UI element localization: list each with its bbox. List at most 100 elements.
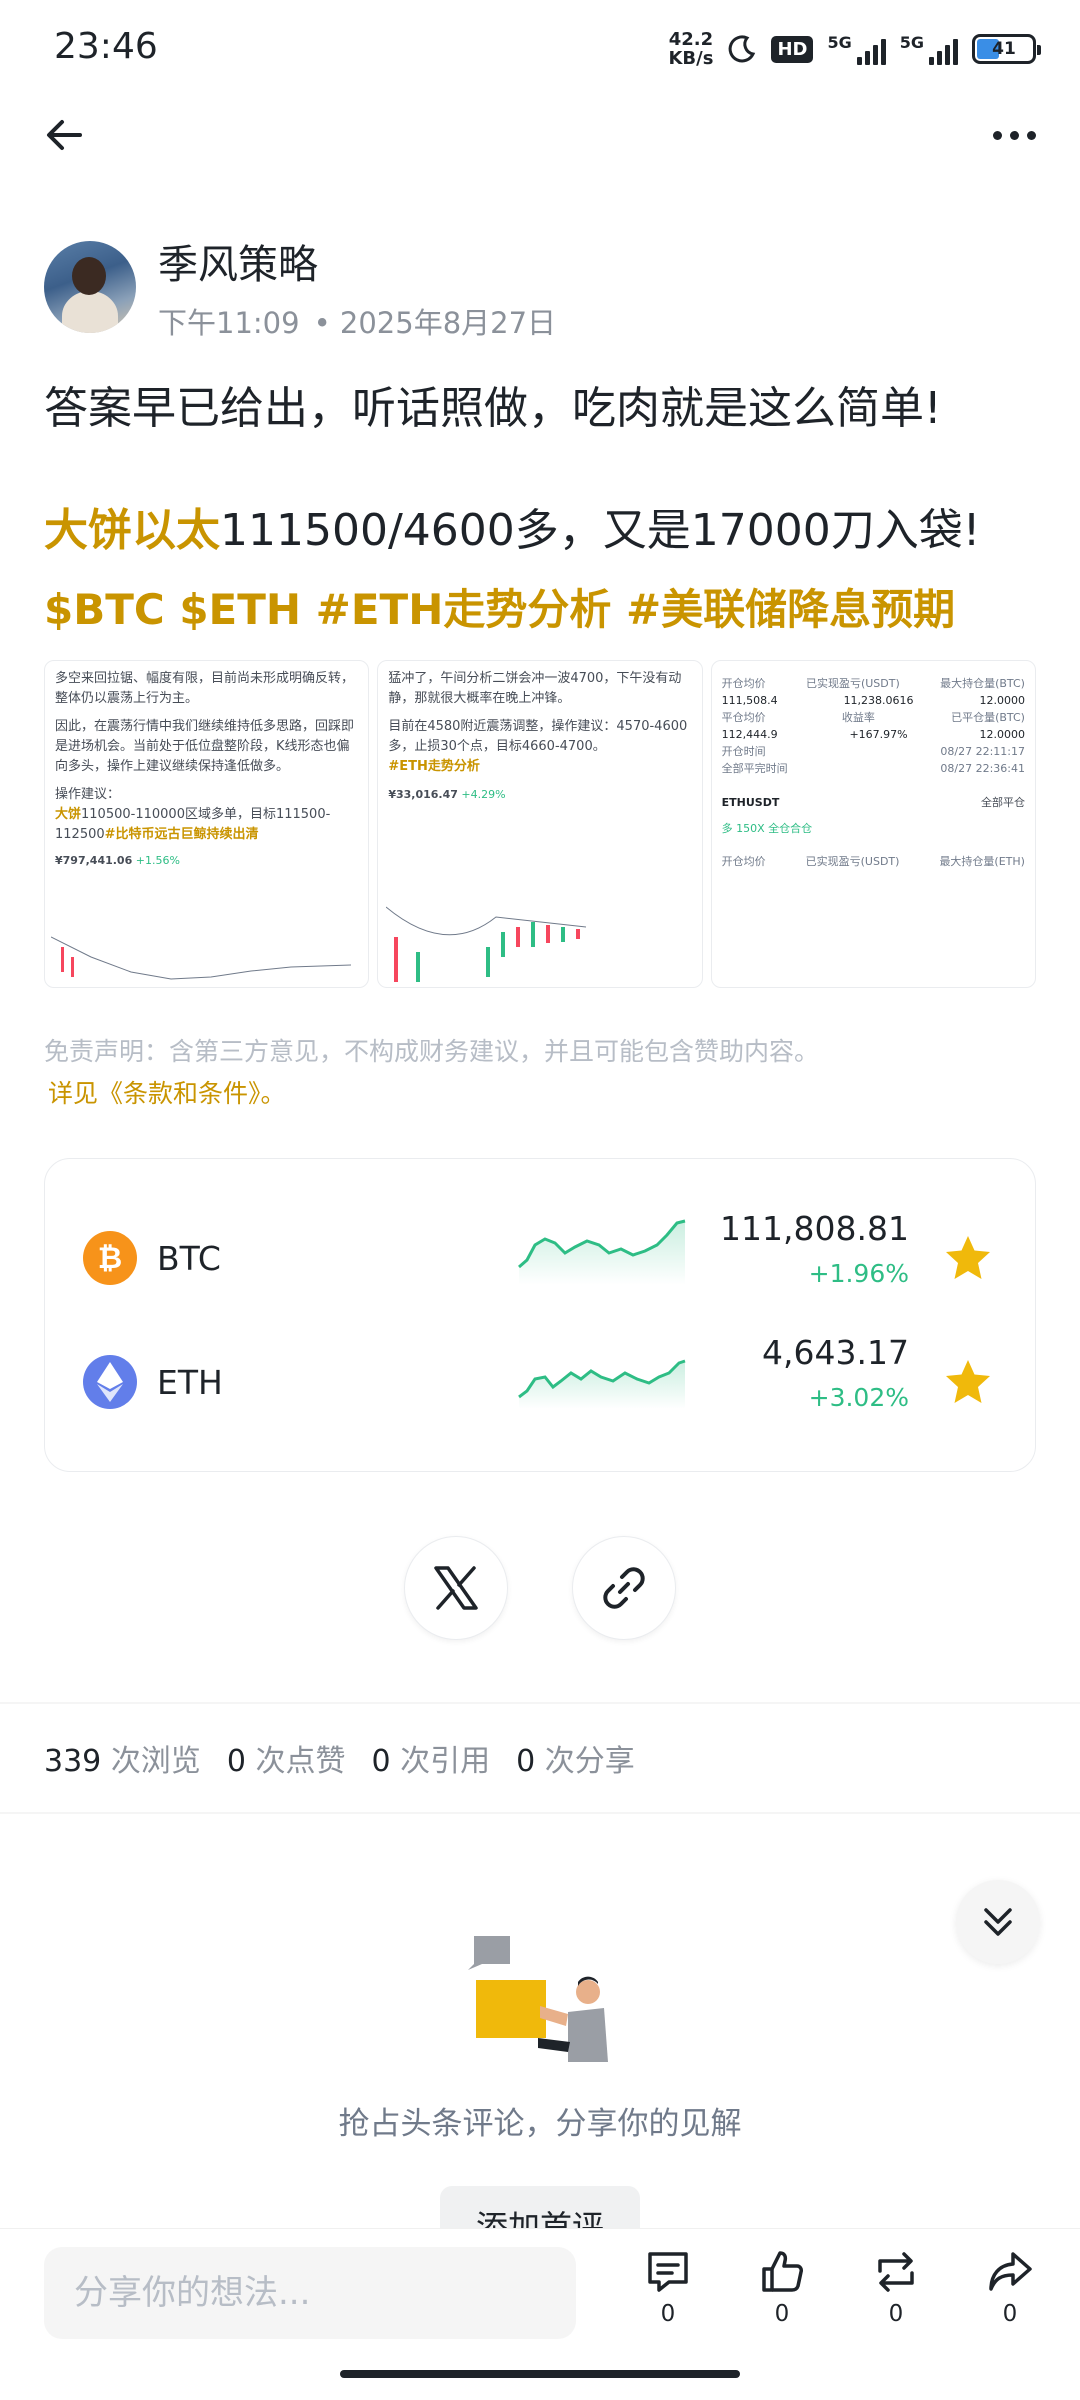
- shot1-price: ¥797,441.06: [55, 854, 133, 867]
- battery-icon: 41: [972, 34, 1041, 64]
- shot3-cell: 已实现盈亏(USDT): [805, 677, 900, 690]
- status-bar: 23:46 42.2 KB/s HD 5G 5G 41: [0, 0, 1080, 100]
- shot3-row: 开仓时间 08/27 22:11:17: [722, 743, 1025, 760]
- net-speed-unit: KB/s: [668, 48, 714, 69]
- empty-comments-text: 抢占头条评论，分享你的见解: [338, 2106, 742, 2142]
- post-tags[interactable]: $BTC $ETH #ETH走势分析 #美联储降息预期: [44, 576, 1044, 637]
- shot1-pct: +1.56%: [135, 854, 180, 867]
- shot3-cell: 11,238.0616: [843, 694, 914, 707]
- btc-sparkline: [518, 1219, 686, 1285]
- status-icons: 42.2 KB/s HD 5G 5G 41: [668, 30, 1041, 68]
- shot3-cell: 08/27 22:11:17: [940, 745, 1025, 758]
- stat-quotes-label: 次引用: [400, 1744, 491, 1779]
- network-speed: 42.2 KB/s: [668, 30, 713, 68]
- shot1-tag: #比特币远古巨鲸持续出清: [104, 827, 259, 842]
- signal-1-label: 5G: [827, 33, 852, 52]
- shot3-leverage: 多 150X 全仓合仓: [721, 822, 813, 835]
- stat-shares: 0 次分享: [516, 1736, 635, 1780]
- shot3-cell: 全部平完时间: [721, 762, 788, 775]
- bitcoin-icon: ₿: [83, 1231, 137, 1285]
- shot1-ticker: ¥797,441.06 +1.56%: [55, 851, 358, 871]
- shot3-symbol-row: ETHUSDT 全部平仓: [722, 793, 1025, 813]
- stat-likes-label: 次点赞: [255, 1744, 346, 1779]
- shot1-chart: [51, 936, 351, 980]
- scroll-down-button[interactable]: [956, 1880, 1040, 1964]
- shot3-row: 全部平完时间 08/27 22:36:41: [722, 760, 1025, 777]
- post-meta: 下午11:09 • 2025年8月27日: [158, 300, 556, 342]
- status-time: 23:46: [54, 26, 158, 67]
- shot3-close-label: 全部平仓: [980, 796, 1025, 809]
- star-icon[interactable]: [943, 1233, 993, 1283]
- ticker-change: +3.02%: [808, 1383, 909, 1412]
- ticker-row-btc[interactable]: ₿ BTC 111,808.81 +1.96%: [45, 1209, 1035, 1309]
- more-dots-icon: [992, 130, 1002, 140]
- avatar[interactable]: [44, 241, 136, 333]
- double-chevron-down-icon: [984, 1908, 1012, 1936]
- battery-level: 41: [992, 39, 1016, 59]
- eth-sparkline: [518, 1359, 686, 1409]
- shot3-rows: 开仓均价 已实现盈亏(USDT) 最大持仓量(BTC) 111,508.4 11,238…: [722, 675, 1025, 777]
- shot2-price: ¥33,016.47: [388, 788, 458, 801]
- shot2-tag: #ETH走势分析: [388, 759, 480, 774]
- back-button[interactable]: [40, 110, 90, 160]
- stat-quotes: 0 次引用: [371, 1736, 490, 1780]
- comment-input[interactable]: [44, 2247, 576, 2339]
- post-line-2-text: 111500/4600多，又是17000刀入袋!: [220, 505, 981, 556]
- shot3-cell: 12.0000: [979, 694, 1025, 707]
- disclaimer-text: 免责声明：含第三方意见，不构成财务建议，并且可能包含赞助内容。: [44, 1037, 820, 1066]
- shot3-cell: 12.0000: [979, 728, 1025, 741]
- ticker-symbol: BTC: [157, 1239, 221, 1278]
- shot3-footer: 开仓均价 已实现盈亏(USDT) 最大持仓量(ETH): [722, 853, 1025, 870]
- shot3-footer-2: 已实现盈亏(USDT): [805, 855, 900, 868]
- copy-link-button[interactable]: [572, 1536, 676, 1640]
- shot3-cell: 开仓均价: [721, 677, 766, 690]
- shot2-para1: 猛冲了，午间分析二饼会冲一波4700，下午没有动静，那就很大概率在晚上冲锋。: [388, 671, 682, 706]
- arrow-left-icon: [47, 120, 82, 150]
- share-x-button[interactable]: [404, 1536, 508, 1640]
- like-count: 0: [774, 2301, 790, 2327]
- empty-comments-illustration: [468, 1936, 608, 2062]
- post-highlight: 大饼以太: [44, 505, 220, 556]
- stat-views-label: 次浏览: [110, 1744, 201, 1779]
- shot3-cell: 最大持仓量(BTC): [940, 677, 1025, 690]
- shot3-footer-3: 最大持仓量(ETH): [939, 855, 1025, 868]
- ticker-price: 111,808.81: [720, 1209, 909, 1248]
- ticker-symbol: ETH: [157, 1363, 223, 1402]
- author-name[interactable]: 季风策略: [158, 232, 556, 290]
- post-image-3[interactable]: 开仓均价 已实现盈亏(USDT) 最大持仓量(BTC) 111,508.4 11,238…: [710, 660, 1036, 988]
- author-header: 季风策略 下午11:09 • 2025年8月27日: [44, 232, 556, 342]
- ticker-price: 4,643.17: [762, 1333, 909, 1372]
- repost-count: 0: [888, 2301, 904, 2327]
- post-time: 下午11:09: [158, 306, 300, 340]
- shot1-para2: 因此，在震荡行情中我们继续维持低多思路，回踩即是进场机会。当前处于低位盘整阶段，…: [55, 719, 355, 774]
- shot3-cell: 收益率: [841, 711, 875, 724]
- shot2-chart: [386, 906, 587, 982]
- comment-button[interactable]: 0: [628, 2249, 708, 2327]
- repost-button[interactable]: 0: [856, 2249, 936, 2327]
- thumbs-up-icon: [762, 2251, 803, 2292]
- terms-link[interactable]: 详见《条款和条件》。: [48, 1074, 286, 1110]
- post-image-1[interactable]: 多空来回拉锯、幅度有限，目前尚未形成明确反转，整体仍以震荡上行为主。 因此，在震…: [44, 660, 370, 988]
- shot3-row: 平仓均价 收益率 已平仓量(BTC): [722, 709, 1025, 726]
- comment-icon: [648, 2252, 688, 2292]
- ticker-change: +1.96%: [808, 1259, 909, 1288]
- stat-likes-count: 0: [226, 1744, 246, 1779]
- hd-badge: HD: [771, 35, 814, 63]
- share-button[interactable]: 0: [970, 2249, 1050, 2327]
- stat-likes: 0 次点赞: [227, 1736, 346, 1780]
- shot3-cell: 开仓时间: [721, 745, 766, 758]
- post-stats: 339 次浏览 0 次点赞 0 次引用 0 次分享: [44, 1736, 635, 1780]
- stat-shares-label: 次分享: [544, 1744, 635, 1779]
- more-options-button[interactable]: [984, 115, 1044, 155]
- x-logo-icon: [434, 1566, 478, 1610]
- shot3-cell: 111,508.4: [721, 694, 778, 707]
- ticker-row-eth[interactable]: ETH 4,643.17 +3.02%: [45, 1333, 1035, 1433]
- divider: [0, 1812, 1080, 1814]
- ticker-card: ₿ BTC 111,808.81 +1.96% ETH 4,643.17 +3.…: [44, 1158, 1036, 1472]
- shot3-cell: 08/27 22:36:41: [940, 762, 1025, 775]
- repost-icon: [878, 2252, 914, 2292]
- star-icon[interactable]: [943, 1357, 993, 1407]
- post-image-2[interactable]: 猛冲了，午间分析二饼会冲一波4700，下午没有动静，那就很大概率在晚上冲锋。 目…: [377, 660, 703, 988]
- like-button[interactable]: 0: [742, 2249, 822, 2327]
- shot2-para2: 目前在4580附近震荡调整，操作建议：4570-4600多，止损30个点，目标4…: [388, 719, 688, 754]
